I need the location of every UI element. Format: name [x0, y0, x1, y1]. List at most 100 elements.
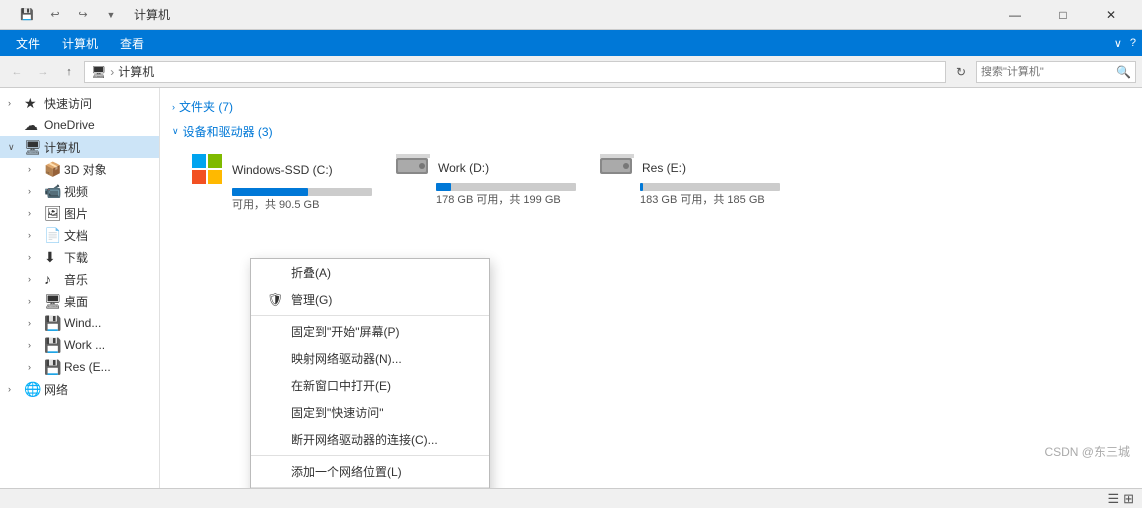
drive-c[interactable]: Windows-SSD (C:) 可用，共 90.5 GB	[188, 150, 368, 216]
refresh-button[interactable]: ↻	[950, 61, 972, 83]
windows-ssd-icon: 💾	[44, 315, 60, 331]
drive-d[interactable]: Work (D:) 178 GB 可用，共 199 GB	[392, 150, 572, 216]
3d-icon: 📦	[44, 161, 60, 177]
ctx-pin-start-icon	[267, 324, 283, 340]
documents-icon: 📄	[44, 227, 60, 243]
folder-section-header[interactable]: › 文件夹 (7)	[172, 96, 1130, 117]
ctx-disconnect-label: 断开网络驱动器的连接(C)...	[291, 431, 438, 448]
sidebar-item-pictures[interactable]: › 🖼 图片	[20, 202, 159, 224]
drive-d-icon	[396, 154, 430, 181]
expand-icon: ›	[8, 98, 20, 108]
save-icon[interactable]: 💾	[16, 4, 38, 26]
menu-file[interactable]: 文件	[6, 32, 50, 55]
folder-section: › 文件夹 (7)	[172, 96, 1130, 117]
search-icon[interactable]: 🔍	[1116, 65, 1131, 79]
sidebar-item-music[interactable]: › ♪ 音乐	[20, 268, 159, 290]
downloads-icon: ⬇	[44, 249, 60, 265]
ctx-disconnect[interactable]: 断开网络驱动器的连接(C)...	[251, 426, 489, 453]
close-button[interactable]: ✕	[1088, 0, 1134, 30]
address-input[interactable]: 🖥 › 计算机	[84, 61, 946, 83]
sidebar-label-downloads: 下载	[64, 249, 88, 266]
sidebar-label-video: 视频	[64, 183, 88, 200]
sidebar-label-pictures: 图片	[64, 205, 88, 222]
sidebar-item-onedrive[interactable]: ☁ OneDrive	[0, 114, 159, 136]
sidebar-item-3d[interactable]: › 📦 3D 对象	[20, 158, 159, 180]
list-view-icon[interactable]: ☰	[1107, 491, 1119, 507]
back-button[interactable]: ←	[6, 61, 28, 83]
drive-e[interactable]: Res (E:) 183 GB 可用，共 185 GB	[596, 150, 776, 216]
sidebar-label-wssd: Wind...	[64, 316, 101, 330]
menu-view[interactable]: 查看	[110, 32, 154, 55]
work-icon: 💾	[44, 337, 60, 353]
up-button[interactable]: ↑	[58, 61, 80, 83]
expand-icon-documents: ›	[28, 230, 40, 240]
quick-access-toolbar: 💾 ↩ ↪ ▼	[16, 4, 122, 26]
sidebar-item-desktop[interactable]: › 🖥 桌面	[20, 290, 159, 312]
expand-icon-network: ›	[8, 384, 20, 394]
drive-c-info: 可用，共 90.5 GB	[232, 196, 372, 212]
main-layout: › ★ 快速访问 ☁ OneDrive ∨ 🖥 计算机 › 📦 3D 对象 › …	[0, 88, 1142, 488]
path-separator: ›	[110, 65, 114, 79]
ctx-add-network[interactable]: 添加一个网络位置(L)	[251, 458, 489, 485]
sidebar-item-computer[interactable]: ∨ 🖥 计算机	[0, 136, 159, 158]
sidebar-item-work[interactable]: › 💾 Work ...	[20, 334, 159, 356]
ctx-pin-quick-label: 固定到"快速访问"	[291, 404, 384, 421]
drive-c-top: Windows-SSD (C:)	[192, 154, 333, 186]
dropdown-icon[interactable]: ▼	[100, 4, 122, 26]
ctx-collapse[interactable]: 折叠(A)	[251, 259, 489, 286]
network-icon: 🌐	[24, 381, 40, 397]
ctx-open-new-icon	[267, 378, 283, 394]
sidebar-item-video[interactable]: › 📹 视频	[20, 180, 159, 202]
sidebar-item-network[interactable]: › 🌐 网络	[0, 378, 159, 400]
minimize-button[interactable]: —	[992, 0, 1038, 30]
devices-section: ∨ 设备和驱动器 (3)	[172, 121, 1130, 216]
grid-view-icon[interactable]: ⊞	[1123, 491, 1134, 507]
drive-d-bar	[436, 183, 451, 191]
ctx-pin-start-label: 固定到"开始"屏幕(P)	[291, 323, 400, 340]
status-right: ☰ ⊞	[1107, 491, 1134, 507]
sidebar-item-windows-ssd[interactable]: › 💾 Wind...	[20, 312, 159, 334]
forward-button[interactable]: →	[32, 61, 54, 83]
drive-d-name: Work (D:)	[438, 161, 489, 175]
ctx-sep-2	[251, 455, 489, 456]
maximize-button[interactable]: □	[1040, 0, 1086, 30]
drive-e-icon	[600, 154, 634, 181]
sidebar-label-work: Work ...	[64, 338, 105, 352]
ctx-manage[interactable]: 🛡 管理(G)	[251, 286, 489, 313]
computer-icon: 🖥	[24, 139, 40, 155]
ctx-pin-start[interactable]: 固定到"开始"屏幕(P)	[251, 318, 489, 345]
help-icon[interactable]: ?	[1130, 37, 1136, 49]
folder-section-label: 文件夹 (7)	[179, 98, 233, 115]
sidebar-item-quick-access[interactable]: › ★ 快速访问	[0, 92, 159, 114]
sidebar-label-3d: 3D 对象	[64, 161, 107, 178]
content-area: › 文件夹 (7) ∨ 设备和驱动器 (3)	[160, 88, 1142, 488]
desktop-icon: 🖥	[44, 293, 60, 309]
search-input[interactable]	[981, 66, 1112, 78]
pictures-icon: 🖼	[44, 205, 60, 221]
ctx-pin-quick[interactable]: 固定到"快速访问"	[251, 399, 489, 426]
redo-icon[interactable]: ↪	[72, 4, 94, 26]
drive-d-info: 178 GB 可用，共 199 GB	[436, 191, 576, 207]
expand-icon-wssd: ›	[28, 318, 40, 328]
drive-c-bar	[232, 188, 308, 196]
sidebar-label-music: 音乐	[64, 271, 88, 288]
devices-section-header[interactable]: ∨ 设备和驱动器 (3)	[172, 121, 1130, 142]
ctx-map-drive-label: 映射网络驱动器(N)...	[291, 350, 402, 367]
title-bar-controls: — □ ✕	[992, 0, 1134, 30]
drive-e-top: Res (E:)	[600, 154, 686, 181]
sidebar-item-res[interactable]: › 💾 Res (E...	[20, 356, 159, 378]
path-icon: 🖥	[91, 65, 106, 79]
sidebar-label-onedrive: OneDrive	[44, 118, 95, 132]
sidebar-item-downloads[interactable]: › ⬇ 下载	[20, 246, 159, 268]
ctx-open-new[interactable]: 在新窗口中打开(E)	[251, 372, 489, 399]
sidebar-label-res: Res (E...	[64, 360, 111, 374]
search-box: 🔍	[976, 61, 1136, 83]
ctx-map-drive[interactable]: 映射网络驱动器(N)...	[251, 345, 489, 372]
sidebar-label-network: 网络	[44, 381, 68, 398]
ctx-collapse-label: 折叠(A)	[291, 264, 331, 281]
ribbon-collapse-icon[interactable]: ∨	[1114, 37, 1122, 50]
sidebar-item-documents[interactable]: › 📄 文档	[20, 224, 159, 246]
undo-icon[interactable]: ↩	[44, 4, 66, 26]
music-icon: ♪	[44, 271, 60, 287]
menu-computer[interactable]: 计算机	[52, 32, 108, 55]
